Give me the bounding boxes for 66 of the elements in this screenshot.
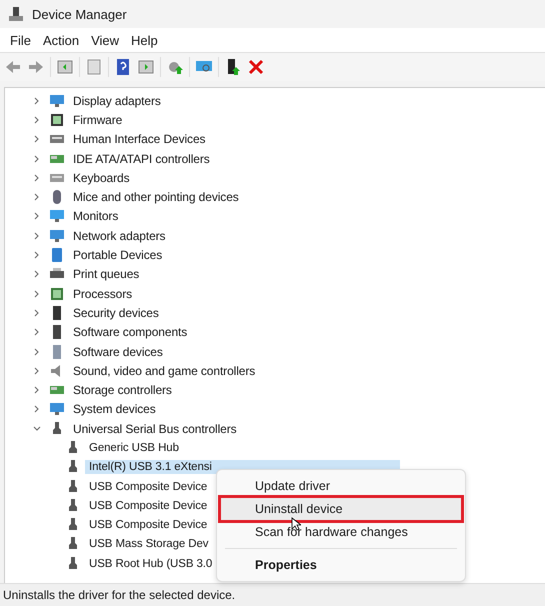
chevron-right-icon[interactable] [33, 96, 41, 105]
menu-item[interactable]: Properties [221, 554, 461, 576]
monitor-icon [49, 228, 65, 244]
app-icon [8, 6, 24, 22]
tree-item[interactable]: Human Interface Devices [69, 131, 210, 148]
chevron-right-icon[interactable] [33, 174, 41, 182]
tree-item[interactable]: Generic USB Hub [85, 440, 183, 455]
window-icon[interactable] [85, 58, 103, 76]
tree-item[interactable]: IDE ATA/ATAPI controllers [69, 150, 214, 167]
panel-icon[interactable] [56, 58, 74, 76]
chevron-right-icon[interactable] [33, 348, 41, 356]
monitor-icon [49, 92, 65, 109]
monitor-icon [49, 208, 65, 224]
tree-item[interactable]: Keyboards [69, 170, 134, 186]
tree-item[interactable]: USB Mass Storage Dev [85, 537, 212, 552]
chevron-right-icon[interactable] [33, 308, 41, 317]
chevron-right-icon[interactable] [33, 270, 41, 278]
chevron-right-icon[interactable] [33, 116, 41, 124]
chip-icon [49, 286, 65, 302]
chevron-right-icon[interactable] [33, 135, 41, 144]
tree-item[interactable]: USB Root Hub (USB 3.0 [85, 556, 216, 571]
tree-item[interactable]: Universal Serial Bus controllers [69, 420, 241, 437]
tree-item[interactable]: Network adapters [69, 228, 170, 244]
tree-item[interactable]: Security devices [69, 304, 163, 321]
help-icon[interactable] [114, 58, 132, 76]
monitor-icon [49, 401, 65, 418]
window-title: Device Manager [32, 6, 127, 22]
tree-item[interactable]: Firmware [69, 112, 126, 128]
chevron-down-icon[interactable] [33, 424, 41, 433]
close-icon[interactable] [247, 58, 265, 76]
tree-item[interactable]: Display adapters [69, 92, 165, 109]
chevron-right-icon[interactable] [33, 154, 41, 163]
tablet-icon [49, 247, 65, 264]
menu-item[interactable]: View [85, 32, 126, 48]
tree-item[interactable]: Software devices [69, 344, 167, 360]
tree-item[interactable]: Print queues [69, 266, 144, 282]
chevron-right-icon[interactable] [33, 386, 41, 394]
panel-icon[interactable] [137, 58, 155, 76]
chevron-right-icon[interactable] [33, 328, 41, 336]
menu-item[interactable]: Update driver [221, 475, 461, 497]
menu-item[interactable]: Action [36, 32, 86, 48]
tree-item[interactable]: USB Composite Device [85, 480, 212, 494]
chevron-right-icon[interactable] [33, 251, 41, 260]
menu-item[interactable]: Scan for hardware changes [221, 521, 461, 543]
menu-item[interactable]: File [4, 32, 37, 48]
chevron-right-icon[interactable] [33, 232, 41, 240]
menu-item[interactable]: Uninstall device [221, 498, 461, 520]
chevron-right-icon[interactable] [33, 405, 41, 414]
menu-item[interactable]: Help [125, 32, 164, 48]
back-icon[interactable] [4, 58, 22, 76]
chevron-right-icon[interactable] [33, 212, 41, 220]
forward-icon[interactable] [27, 58, 45, 76]
chevron-right-icon[interactable] [33, 193, 41, 202]
tree-item[interactable]: Portable Devices [69, 247, 166, 264]
tree-item[interactable]: System devices [69, 401, 160, 418]
tree-item[interactable]: Processors [69, 286, 136, 302]
tree-item[interactable]: USB Composite Device [85, 518, 212, 532]
chip-icon [49, 112, 65, 128]
tree-item[interactable]: Storage controllers [69, 382, 176, 398]
tree-item[interactable]: Sound, video and game controllers [69, 362, 260, 379]
tree-item[interactable]: USB Composite Device [85, 498, 212, 513]
chevron-right-icon[interactable] [33, 366, 41, 375]
tree-item[interactable]: Mice and other pointing devices [69, 189, 243, 206]
tree-item[interactable]: Monitors [69, 208, 122, 224]
tree-item[interactable]: Software components [69, 324, 192, 340]
chevron-right-icon[interactable] [33, 290, 41, 298]
